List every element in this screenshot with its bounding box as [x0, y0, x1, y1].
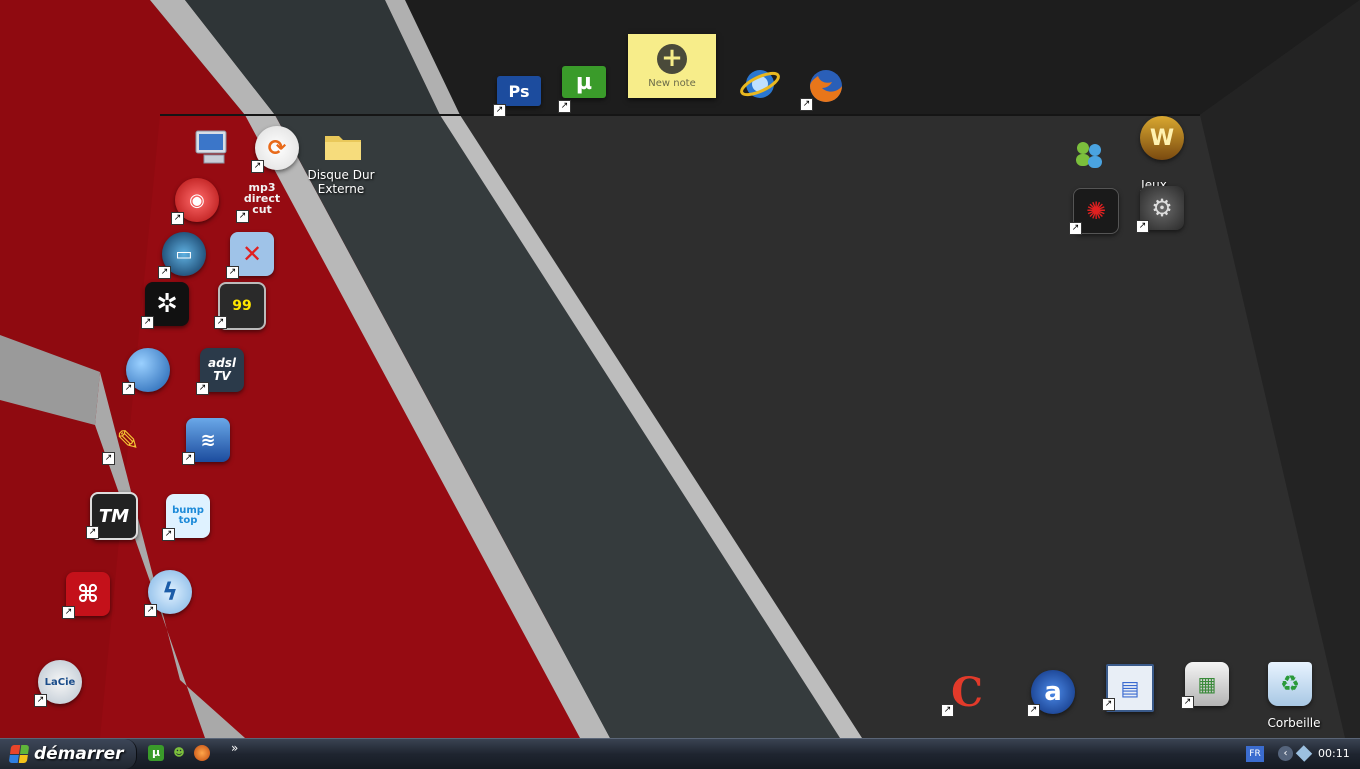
- adobe-reader-icon[interactable]: ⌘ ↗: [62, 572, 110, 619]
- shortcut-arrow-icon: ↗: [214, 316, 227, 329]
- shortcut-arrow-icon: ↗: [182, 452, 195, 465]
- blue-document-icon[interactable]: ≋ ↗: [182, 418, 230, 465]
- avast-icon[interactable]: a ↗: [1027, 670, 1075, 717]
- shortcut-arrow-icon: ↗: [226, 266, 239, 279]
- shortcut-arrow-icon: ↗: [251, 160, 264, 173]
- sync-arrows-icon[interactable]: ⟳ ↗: [251, 126, 299, 173]
- windows-live-messenger-icon[interactable]: [1067, 134, 1111, 178]
- shortcut-arrow-icon: ↗: [141, 316, 154, 329]
- shortcut-arrow-icon: ↗: [558, 100, 571, 113]
- adsl-tv-icon[interactable]: adsl TV ↗: [196, 348, 244, 395]
- quicklaunch-more-button[interactable]: »: [231, 741, 238, 755]
- uninstall-icon[interactable]: ✕ ↗: [226, 232, 274, 279]
- red-app-icon[interactable]: ◉ ↗: [171, 178, 219, 225]
- daemon-tools-icon[interactable]: ϟ ↗: [144, 570, 192, 617]
- shortcut-arrow-icon: ↗: [236, 210, 249, 223]
- shortcut-arrow-icon: ↗: [144, 604, 157, 617]
- fraps-icon[interactable]: 99 ↗: [214, 282, 266, 330]
- network-window-icon[interactable]: ▤ ↗: [1102, 664, 1154, 712]
- lacie-icon[interactable]: LaCie ↗: [34, 660, 82, 707]
- external-drive-folder-icon[interactable]: [321, 124, 365, 168]
- shortcut-arrow-icon: ↗: [196, 382, 209, 395]
- my-computer-icon[interactable]: [190, 125, 234, 169]
- fan-speed-icon[interactable]: ✲ ↗: [141, 282, 189, 329]
- new-note-widget[interactable]: + New note: [628, 34, 716, 98]
- shortcut-arrow-icon: ↗: [493, 104, 506, 117]
- quicklaunch-messenger-icon[interactable]: ☻: [171, 745, 187, 761]
- new-note-label: New note: [648, 78, 696, 89]
- plus-icon[interactable]: +: [657, 44, 687, 74]
- shortcut-arrow-icon: ↗: [122, 382, 135, 395]
- start-button[interactable]: démarrer: [0, 739, 137, 769]
- clock[interactable]: 00:11: [1318, 747, 1350, 760]
- steam-icon[interactable]: ⚙ ↗: [1136, 186, 1184, 233]
- photoshop-icon[interactable]: Ps ↗: [493, 70, 541, 117]
- external-drive-label: Disque Dur Externe: [307, 168, 375, 196]
- shortcut-arrow-icon: ↗: [86, 526, 99, 539]
- quicklaunch-firefox-icon[interactable]: [194, 745, 210, 761]
- shortcut-arrow-icon: ↗: [1136, 220, 1149, 233]
- ccleaner-icon[interactable]: C ↗: [941, 669, 989, 717]
- shortcut-arrow-icon: ↗: [162, 528, 175, 541]
- internet-explorer-icon[interactable]: [738, 62, 782, 106]
- trackmania-icon[interactable]: TM ↗: [86, 492, 138, 540]
- shortcut-arrow-icon: ↗: [1102, 698, 1115, 711]
- pencil-editor-icon[interactable]: ✎ ↗: [102, 418, 150, 465]
- shortcut-arrow-icon: ↗: [171, 212, 184, 225]
- tray-expand-icon[interactable]: ‹: [1278, 746, 1293, 761]
- network-tray-icon[interactable]: [1295, 745, 1313, 762]
- windows-logo-icon: [8, 745, 30, 763]
- shortcut-arrow-icon: ↗: [941, 704, 954, 717]
- games-folder-icon[interactable]: W: [1140, 116, 1184, 160]
- shortcut-arrow-icon: ↗: [158, 266, 171, 279]
- recycle-bin-icon[interactable]: ♻: [1268, 662, 1312, 706]
- computer-tower-icon[interactable]: ▦ ↗: [1181, 662, 1229, 709]
- shortcut-arrow-icon: ↗: [1069, 222, 1082, 235]
- bumptop-icon[interactable]: bump top ↗: [162, 494, 210, 541]
- shortcut-arrow-icon: ↗: [800, 98, 813, 111]
- firefox-icon[interactable]: ↗: [800, 64, 848, 111]
- shortcut-arrow-icon: ↗: [34, 694, 47, 707]
- shortcut-arrow-icon: ↗: [1027, 704, 1040, 717]
- utorrent-icon[interactable]: µ ↗: [558, 66, 606, 113]
- garena-icon[interactable]: ✺ ↗: [1069, 188, 1119, 235]
- start-label: démarrer: [34, 744, 124, 764]
- media-center-icon[interactable]: ▭ ↗: [158, 232, 206, 279]
- taskbar: démarrer µ ☻ » FR ‹ 00:11: [0, 738, 1360, 769]
- shortcut-arrow-icon: ↗: [102, 452, 115, 465]
- language-indicator[interactable]: FR: [1246, 746, 1264, 762]
- desktop[interactable]: Ps ↗ µ ↗ + New note ↗ ⟳ ↗ Disque Dur Ext…: [0, 0, 1360, 738]
- quicklaunch-utorrent-icon[interactable]: µ: [148, 745, 164, 761]
- shortcut-arrow-icon: ↗: [1181, 696, 1194, 709]
- shortcut-arrow-icon: ↗: [62, 606, 75, 619]
- google-earth-icon[interactable]: ↗: [122, 348, 170, 395]
- recycle-bin-label: Corbeille: [1267, 716, 1321, 730]
- mp3-direct-cut-icon[interactable]: mp3 direct cut ↗: [236, 176, 284, 223]
